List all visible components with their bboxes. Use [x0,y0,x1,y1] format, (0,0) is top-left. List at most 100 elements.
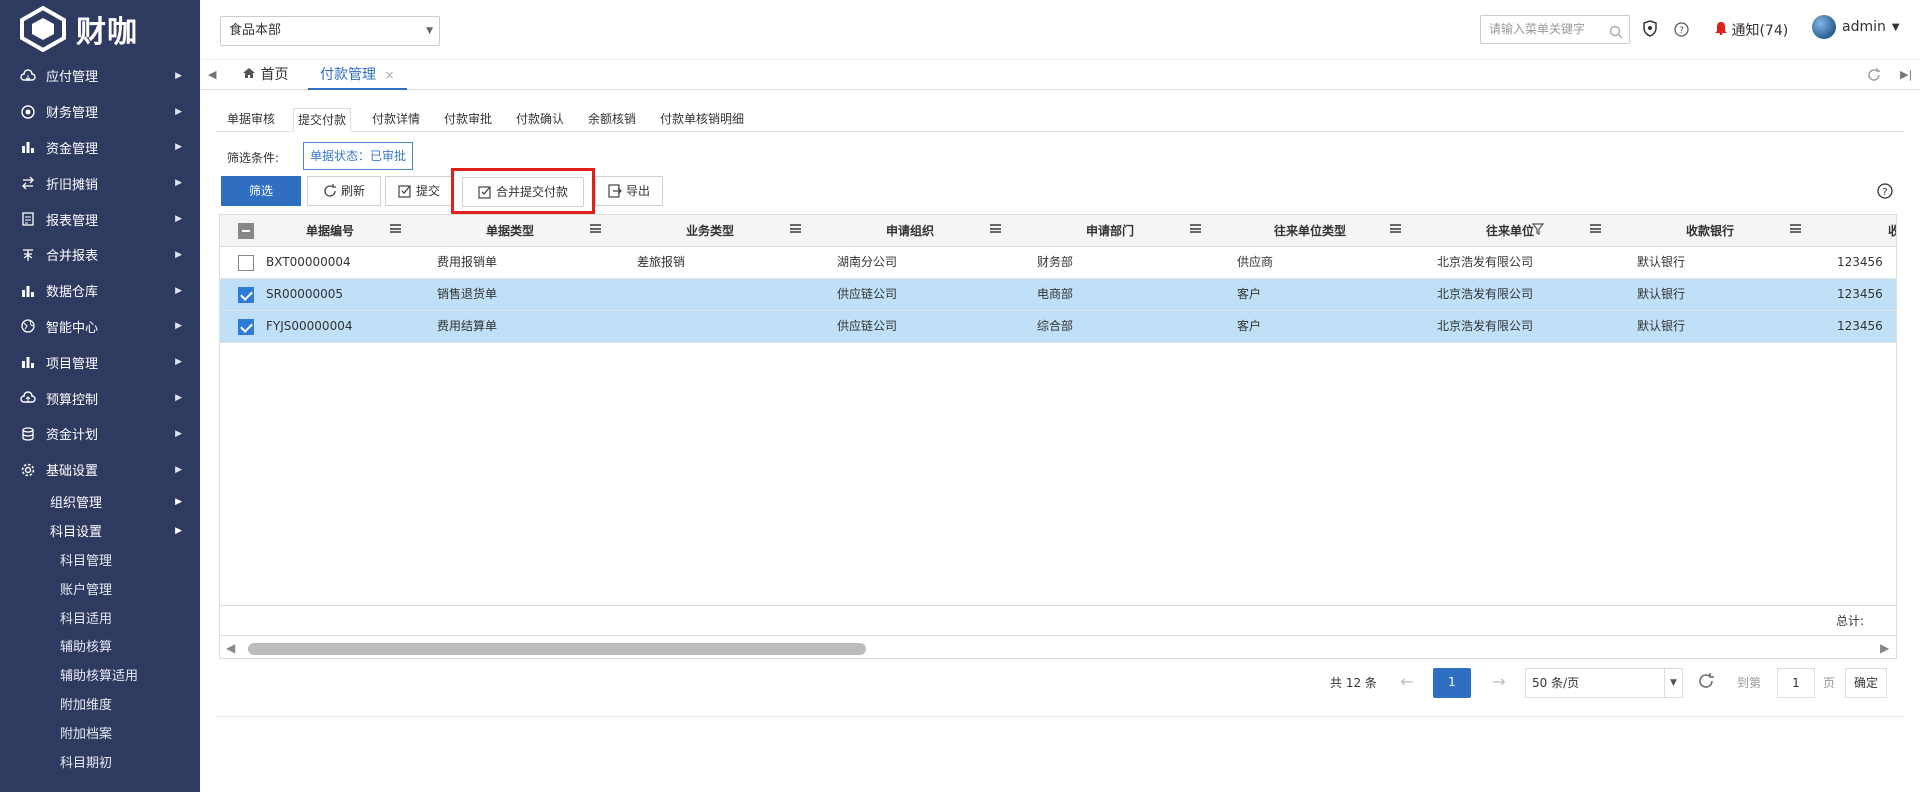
scroll-left-icon[interactable]: ◀ [226,641,235,655]
refresh-icon[interactable] [1866,67,1882,83]
refresh-icon[interactable] [1697,672,1715,702]
goto-page-input[interactable]: 1 [1777,668,1815,698]
row-checkbox[interactable] [238,319,254,335]
chevron-right-icon: ▶ [175,106,182,117]
column-menu-icon[interactable] [590,224,601,233]
merge-icon [20,247,36,263]
column-header[interactable]: 收款银行 [1620,215,1800,247]
filter-button[interactable]: 筛选 [221,176,301,206]
select-all-checkbox[interactable] [238,223,254,239]
page-size-select[interactable]: 50 条/页 ▼ [1525,668,1683,698]
column-menu-icon[interactable] [1590,224,1601,233]
column-menu-icon[interactable] [1790,224,1801,233]
column-header[interactable]: 申请部门 [1020,215,1200,247]
column-menu-icon[interactable] [390,224,401,233]
user-menu[interactable]: admin ▼ [1812,15,1900,39]
tab-home[interactable]: 首页 [242,60,288,90]
sidebar-item-intelligence[interactable]: 智能中心 ▶ [0,309,200,345]
refresh-button[interactable]: 刷新 [307,176,381,206]
column-header[interactable]: 单据编号 [260,215,400,247]
sidebar-item-partial[interactable] [0,44,200,58]
scroll-right-icon[interactable]: ▶ [1880,641,1889,655]
horizontal-scrollbar[interactable]: ◀ ▶ [220,635,1896,658]
sidebar-item-label: 项目管理 [46,356,99,372]
sidebar-item-settings[interactable]: 基础设置 ▶ [0,452,200,488]
tab-scroll-right-icon[interactable]: ▶| [1900,60,1912,90]
help-circle-icon[interactable]: ? [1877,183,1893,202]
table-row[interactable]: SR00000005 销售退货单 供应链公司 电商部 客户 北京浩发有限公司 默… [220,279,1896,311]
tab-scroll-left-icon[interactable]: ◀ [208,60,216,90]
sidebar-leaf-item[interactable]: 科目管理 [0,545,200,574]
column-header[interactable]: 收 [1888,215,1896,247]
current-page-button[interactable]: 1 [1433,668,1471,698]
sidebar-leaf-item[interactable]: 辅助核算适用 [0,660,200,689]
sidebar: 财咖 应付管理 ▶ 财务管理 ▶ 资金管理 ▶ 折旧摊销 ▶ 报表管理 ▶ 合并报表 ▶ [0,0,200,792]
tab-payment-management[interactable]: 付款管理 × [308,60,407,90]
sidebar-item-fund-plan[interactable]: 资金计划 ▶ [0,416,200,452]
sidebar-leaf-item[interactable]: 账户管理 [0,574,200,603]
org-select[interactable]: 食品本部 ▼ [220,16,440,46]
sidebar-item-label: 附加维度 [60,698,113,714]
sidebar-leaf-item[interactable]: 科目期初 [0,747,200,776]
sidebar-subitem-org[interactable]: 组织管理 ▶ [0,488,200,517]
column-header[interactable]: 往来单位 [1420,215,1600,247]
table-row[interactable]: FYJS00000004 费用结算单 供应链公司 综合部 客户 北京浩发有限公司… [220,311,1896,343]
total-count: 共 12 条 [1330,676,1377,690]
column-menu-icon[interactable] [1390,224,1401,233]
sidebar-item-reports[interactable]: 报表管理 ▶ [0,201,200,237]
cell-doc-type: 费用报销单 [437,255,498,269]
sidebar-item-depreciation[interactable]: 折旧摊销 ▶ [0,165,200,201]
column-menu-icon[interactable] [990,224,1001,233]
cell-doc-no: SR00000005 [266,287,344,301]
export-button[interactable]: 导出 [595,176,663,206]
sidebar-item-funds[interactable]: 资金管理 ▶ [0,130,200,166]
goto-confirm-button[interactable]: 确定 [1845,668,1887,698]
bar-chart-icon [20,354,36,370]
subtab-payment-confirm[interactable]: 付款确认 [512,108,568,132]
sidebar-item-projects[interactable]: 项目管理 ▶ [0,344,200,380]
filter-chip[interactable]: 单据状态：已审批 [303,142,414,170]
sidebar-item-warehouse[interactable]: 数据仓库 ▶ [0,273,200,309]
tab-close-icon[interactable]: × [384,68,394,82]
sidebar-item-label: 财务管理 [46,106,99,122]
home-icon [242,67,256,83]
sidebar-item-label: 账户管理 [60,582,113,598]
subtab-payment-detail[interactable]: 付款详情 [368,108,424,132]
sidebar-item-payables[interactable]: 应付管理 ▶ [0,58,200,94]
scrollbar-thumb[interactable] [248,643,866,655]
sidebar-item-finance[interactable]: 财务管理 ▶ [0,94,200,130]
column-menu-icon[interactable] [1190,224,1201,233]
sidebar-leaf-item[interactable]: 附加档案 [0,718,200,747]
subtab-writeoff-detail[interactable]: 付款单核销明细 [656,108,748,132]
filter-funnel-icon[interactable] [1531,223,1545,238]
search-icon[interactable] [1609,22,1623,49]
sidebar-leaf-item[interactable]: 辅助核算 [0,632,200,661]
table-row[interactable]: BXT00000004 费用报销单 差旅报销 湖南分公司 财务部 供应商 北京浩… [220,247,1896,279]
submit-button[interactable]: 提交 [385,176,453,206]
notification-button[interactable]: 通知(74) [1715,20,1788,40]
column-header[interactable]: 往来单位类型 [1220,215,1400,247]
sidebar-item-consolidated[interactable]: 合并报表 ▶ [0,237,200,273]
subtab-payment-approval[interactable]: 付款审批 [440,108,496,132]
menu-search-input[interactable]: 请输入菜单关键字 [1480,15,1630,44]
prev-page-button[interactable]: ← [1385,668,1429,698]
subtab-document-review[interactable]: 单据审核 [223,108,279,132]
sidebar-leaf-item[interactable]: 科目适用 [0,603,200,632]
subtab-balance-writeoff[interactable]: 余额核销 [584,108,640,132]
column-header[interactable]: 单据类型 [420,215,600,247]
sidebar-leaf-item[interactable]: 附加维度 [0,689,200,718]
column-menu-icon[interactable] [790,224,801,233]
column-header[interactable]: 业务类型 [620,215,800,247]
next-page-button[interactable]: → [1477,668,1521,698]
shield-icon[interactable] [1642,20,1658,41]
column-header[interactable]: 申请组织 [820,215,1000,247]
svg-text:?: ? [1679,26,1684,36]
row-checkbox[interactable] [238,255,254,271]
help-circle-icon[interactable]: ? [1674,22,1689,40]
sidebar-subitem-accounts[interactable]: 科目设置 ▶ [0,516,200,545]
sidebar-item-label: 智能中心 [46,320,99,336]
caret-down-icon: ▼ [426,26,433,36]
sidebar-item-budget[interactable]: 预算控制 ▶ [0,380,200,416]
row-checkbox[interactable] [238,287,254,303]
subtab-submit-payment[interactable]: 提交付款 [293,108,352,132]
